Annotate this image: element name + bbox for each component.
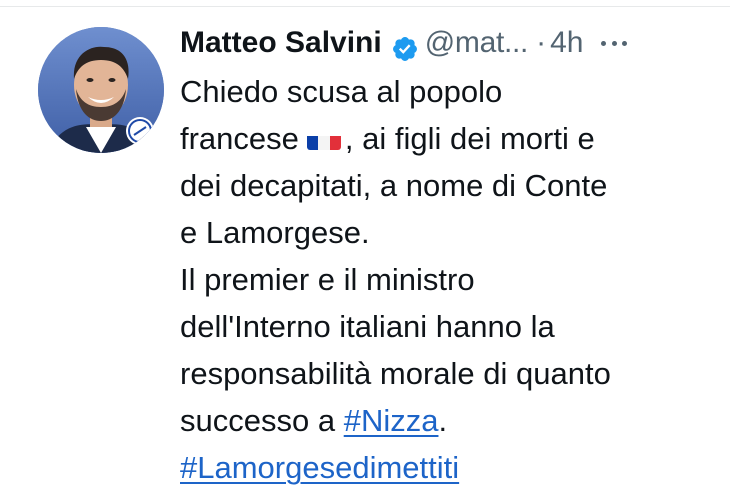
avatar-photo [38, 27, 164, 153]
tweet-text-line: responsabilità morale di quanto [180, 356, 611, 391]
tweet-header: Matteo Salvini @mat... · 4h [180, 18, 710, 68]
verified-badge-icon [391, 29, 419, 61]
divider [0, 6, 730, 7]
tweet-text-line: Il premier e il ministro [180, 262, 475, 297]
tweet-text-line: dell'Interno italiani hanno la [180, 309, 555, 344]
tweet-text-fragment: successo a [180, 403, 344, 438]
tweet-text-line: e Lamorgese. [180, 215, 370, 250]
author-name[interactable]: Matteo Salvini [180, 18, 382, 68]
timestamp[interactable]: 4h [550, 18, 583, 68]
more-options-icon[interactable] [601, 39, 628, 47]
tweet[interactable]: Matteo Salvini @mat... · 4h Chiedo scusa… [0, 0, 730, 485]
tweet-text-line: successo a #Nizza. [180, 397, 710, 444]
tweet-text-fragment: . [438, 403, 448, 438]
separator-dot: · [536, 26, 547, 59]
france-flag-icon [306, 126, 341, 150]
hashtag-link-nizza[interactable]: #Nizza [344, 403, 439, 438]
hashtag-link-lamorgesedimettiti[interactable]: #Lamorgesedimettiti [180, 450, 459, 485]
tweet-text-fragment: francese [180, 121, 299, 156]
author-handle[interactable]: @mat... [425, 18, 529, 68]
tweet-text-fragment: , ai figli dei morti e [344, 121, 595, 156]
avatar[interactable] [38, 27, 164, 153]
tweet-text-line: francese , ai figli dei morti e [180, 115, 710, 162]
tweet-text-line: #Lamorgesedimettiti [180, 444, 710, 491]
tweet-text-line: Chiedo scusa al popolo [180, 74, 503, 109]
tweet-text: Chiedo scusa al popolo francese , ai figl… [180, 68, 710, 491]
tweet-text-line: dei decapitati, a nome di Conte [180, 168, 608, 203]
tweet-content: Matteo Salvini @mat... · 4h Chiedo scusa… [180, 18, 710, 491]
